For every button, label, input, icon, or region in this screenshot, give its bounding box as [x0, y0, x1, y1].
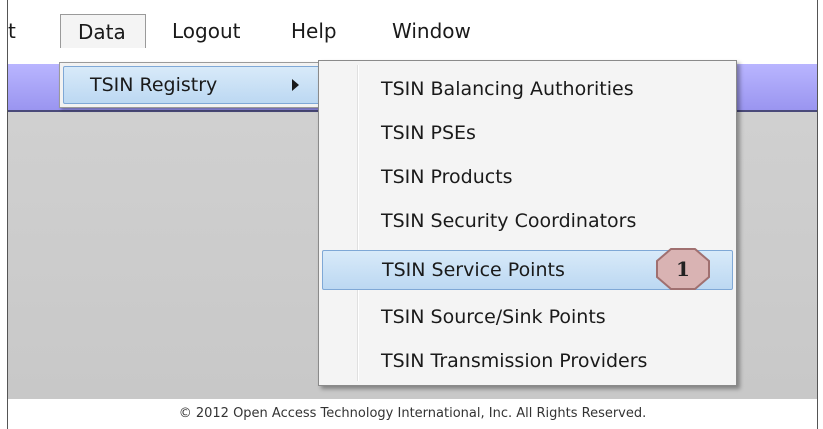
tsin-registry-dropdown: TSIN Balancing Authorities TSIN PSEs TSI… [318, 60, 737, 386]
menu-item-products[interactable]: TSIN Products [322, 157, 733, 197]
menu-item-data[interactable]: Data [60, 14, 146, 48]
menu-item-truncated[interactable]: t [8, 14, 28, 48]
menu-item-label: TSIN Products [381, 166, 513, 188]
step-callout-badge: 1 [655, 247, 711, 291]
menu-bar: t Data Logout Help Window [8, 0, 817, 64]
menu-item-label: TSIN Service Points [382, 259, 565, 281]
menu-item-label: TSIN Source/Sink Points [381, 306, 606, 328]
menu-item-pses[interactable]: TSIN PSEs [322, 113, 733, 153]
data-menu-panel: TSIN Registry [59, 62, 324, 108]
callout-number: 1 [676, 257, 690, 281]
submenu-arrow-icon [292, 79, 299, 91]
menu-item-service-points[interactable]: TSIN Service Points 1 [322, 247, 733, 291]
menu-item-tsin-registry[interactable]: TSIN Registry [63, 66, 320, 104]
menu-item-security-coordinators[interactable]: TSIN Security Coordinators [322, 201, 733, 241]
menu-item-window[interactable]: Window [392, 14, 492, 48]
menu-item-transmission-providers[interactable]: TSIN Transmission Providers [322, 341, 733, 381]
copyright-footer: © 2012 Open Access Technology Internatio… [8, 399, 817, 429]
tsin-registry-label: TSIN Registry [90, 74, 218, 96]
menu-item-label: TSIN PSEs [381, 122, 476, 144]
menu-item-label: TSIN Transmission Providers [381, 350, 648, 372]
menu-item-help[interactable]: Help [291, 14, 351, 48]
menu-item-source-sink-points[interactable]: TSIN Source/Sink Points [322, 297, 733, 337]
menu-item-label: TSIN Security Coordinators [381, 210, 637, 232]
menu-item-label: TSIN Balancing Authorities [381, 78, 634, 100]
menu-item-balancing-authorities[interactable]: TSIN Balancing Authorities [322, 69, 733, 109]
menu-item-logout[interactable]: Logout [172, 14, 262, 48]
